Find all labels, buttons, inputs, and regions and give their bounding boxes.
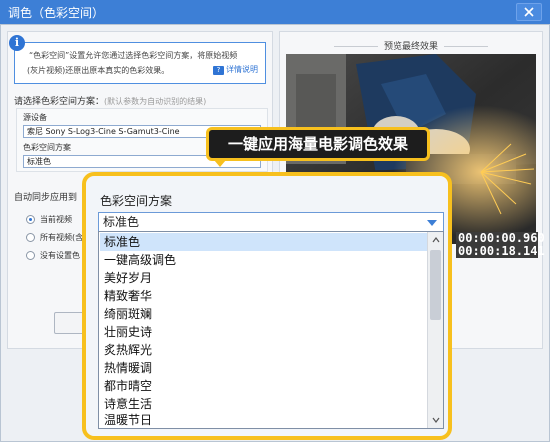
close-button[interactable] (516, 3, 542, 21)
help-icon: ? (213, 66, 224, 75)
title-bar: 调色（色彩空间） (0, 0, 550, 24)
scroll-up-button[interactable] (428, 232, 443, 248)
close-icon (524, 7, 534, 17)
info-box: i “色彩空间”设置允许您通过选择色彩空间方案，将原始视频 (灰片视频)还原出原… (9, 35, 266, 84)
dropdown-option[interactable]: 炙热辉光 (100, 341, 427, 359)
color-scheme-dropdown[interactable]: 标准色 (98, 212, 444, 232)
sync-option-current[interactable]: 当前视频 (26, 214, 72, 225)
timecode-display: 00:00:00.960 00:00:18.141 (456, 232, 545, 258)
sync-heading: 自动同步应用到 (14, 193, 78, 203)
window-title: 调色（色彩空间） (8, 6, 105, 20)
dropdown-option[interactable]: 精致奢华 (100, 287, 427, 305)
scheme-title: 请选择色彩空间方案： (14, 97, 105, 107)
dropdown-list: 标准色 一键高级调色 美好岁月 精致奢华 绮丽斑斓 壮丽史诗 炙热辉光 热情暖调… (98, 231, 444, 429)
radio-button[interactable] (26, 251, 35, 260)
info-text-line1: “色彩空间”设置允许您通过选择色彩空间方案，将原始视频 (29, 51, 238, 60)
info-text-line2: (灰片视频)还原出原本真实的色彩效果。 (27, 66, 170, 75)
feature-tooltip: 一键应用海量电影调色效果 (206, 127, 430, 161)
tooltip-arrow (214, 160, 226, 167)
dropdown-option[interactable]: 都市晴空 (100, 377, 427, 395)
info-icon: i (9, 35, 25, 51)
dropdown-arrow-icon[interactable] (427, 220, 437, 226)
preview-title: 预览最终效果 (280, 39, 542, 52)
scheme-heading: 请选择色彩空间方案：(默认参数为自动识别的结果) (14, 94, 206, 107)
dropdown-option[interactable]: 温暖节日 (100, 411, 427, 429)
color-space-label: 色彩空间方案 (23, 143, 71, 152)
help-link[interactable]: ? 详情说明 (213, 64, 258, 75)
total-time: 00:00:18.141 (458, 244, 545, 258)
scroll-down-icon (432, 417, 439, 423)
scroll-up-icon (432, 237, 439, 243)
scroll-thumb[interactable] (430, 250, 441, 320)
dropdown-value: 标准色 (103, 215, 140, 229)
sync-option-all[interactable]: 所有视频(含 (26, 232, 83, 243)
radio-button[interactable] (26, 233, 35, 242)
dropdown-option[interactable]: 壮丽史诗 (100, 323, 427, 341)
dropdown-option[interactable]: 美好岁月 (100, 269, 427, 287)
dropdown-option[interactable]: 一键高级调色 (100, 251, 427, 269)
sync-option-label: 没有设置色 (40, 251, 80, 260)
source-device-label: 源设备 (23, 113, 47, 122)
dropdown-label: 色彩空间方案 (100, 194, 173, 208)
dropdown-option[interactable]: 热情暖调 (100, 359, 427, 377)
dropdown-scrollbar[interactable] (427, 232, 443, 428)
sync-option-unset[interactable]: 没有设置色 (26, 250, 80, 261)
sync-option-label: 当前视频 (40, 215, 72, 224)
scheme-hint: (默认参数为自动识别的结果) (104, 97, 207, 106)
scroll-down-button[interactable] (428, 412, 443, 428)
dropdown-option[interactable]: 绮丽斑斓 (100, 305, 427, 323)
radio-button[interactable] (26, 215, 35, 224)
help-label: 详情说明 (226, 65, 258, 74)
sync-option-label: 所有视频(含 (40, 233, 84, 242)
dropdown-option[interactable]: 标准色 (100, 233, 427, 251)
dropdown-zoom-panel: 色彩空间方案 标准色 标准色 一键高级调色 美好岁月 精致奢华 绮丽斑斓 壮丽史… (82, 172, 452, 440)
